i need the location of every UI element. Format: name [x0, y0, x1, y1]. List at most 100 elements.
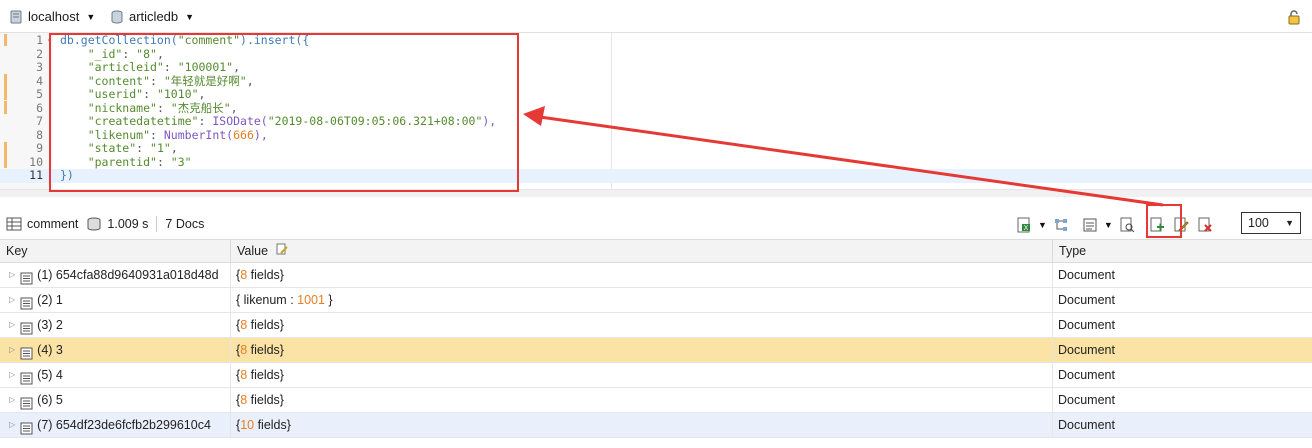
value-cell[interactable]: {8 fields} — [231, 313, 1053, 337]
column-header-key[interactable]: Key — [0, 240, 231, 263]
chevron-down-icon[interactable]: ▼ — [1038, 220, 1047, 230]
key-text: (3) 2 — [37, 318, 63, 332]
table-row[interactable]: ▷ (1) 654cfa88d9640931a018d48d {8 fields} D… — [0, 263, 1312, 288]
key-text: (6) 5 — [37, 393, 63, 407]
chevron-down-icon: ▼ — [1285, 218, 1294, 228]
value-suffix: fields} — [254, 418, 291, 432]
connection-selector[interactable]: localhost ▼ — [10, 9, 95, 24]
expand-triangle-icon[interactable]: ▷ — [9, 413, 15, 437]
table-row[interactable]: ▷ (2) 1 { likenum : 1001 } Document — [0, 288, 1312, 313]
value-suffix: fields} — [247, 318, 284, 332]
type-cell: Document — [1058, 343, 1115, 357]
value-cell[interactable]: { likenum : 1001 } — [231, 288, 1053, 312]
chevron-down-icon[interactable]: ▼ — [1104, 220, 1113, 230]
table-row[interactable]: ▷ (3) 2 {8 fields} Document — [0, 313, 1312, 338]
type-cell: Document — [1058, 318, 1115, 332]
divider — [156, 216, 158, 232]
expand-triangle-icon[interactable]: ▷ — [9, 363, 15, 387]
database-selector[interactable]: articledb ▼ — [111, 9, 194, 24]
key-cell[interactable]: ▷ (5) 4 — [0, 363, 231, 387]
page-size-select[interactable]: 100 ▼ — [1241, 212, 1301, 234]
key-cell[interactable]: ▷ (1) 654cfa88d9640931a018d48d — [0, 263, 231, 287]
expand-triangle-icon[interactable]: ▷ — [9, 288, 15, 312]
key-cell[interactable]: ▷ (4) 3 — [0, 338, 231, 362]
expand-triangle-icon[interactable]: ▷ — [9, 338, 15, 362]
page-size-value: 100 — [1248, 216, 1269, 230]
view-mode-icon[interactable] — [1081, 216, 1099, 234]
line-number: 9 — [36, 141, 43, 155]
table-icon — [6, 216, 22, 232]
doc-count: 7 Docs — [165, 217, 205, 231]
document-icon — [20, 394, 33, 409]
document-icon — [20, 369, 33, 384]
grid-header: Key Value Type — [0, 239, 1312, 263]
svg-text:X: X — [1024, 225, 1029, 232]
key-text: (7) 654df23de6fcfb2b299610c4 — [37, 418, 211, 432]
results-summary: comment 1.009 s 7 Docs — [6, 216, 204, 232]
edit-column-icon — [276, 240, 288, 263]
type-cell: Document — [1058, 368, 1115, 382]
results-grid: Key Value Type ▷ (1) 654cfa88d9640931a018… — [0, 239, 1312, 448]
chevron-down-icon: ▼ — [185, 11, 195, 22]
table-row[interactable]: ▷ (6) 5 {8 fields} Document — [0, 388, 1312, 413]
document-icon — [20, 344, 33, 359]
key-text: (1) 654cfa88d9640931a018d48d — [37, 268, 219, 282]
table-row[interactable]: ▷ (7) 654df23de6fcfb2b299610c4 {10 fields}… — [0, 413, 1312, 438]
value-number: 10 — [240, 418, 255, 432]
line-number: 3 — [36, 60, 43, 74]
value-cell[interactable]: {8 fields} — [231, 363, 1053, 387]
line-number: 5 — [36, 87, 43, 101]
column-header-value[interactable]: Value — [231, 240, 1053, 263]
document-icon — [20, 294, 33, 309]
document-icon — [20, 269, 33, 284]
line-number: 7 — [36, 114, 43, 128]
value-cell[interactable]: {8 fields} — [231, 388, 1053, 412]
key-cell[interactable]: ▷ (7) 654df23de6fcfb2b299610c4 — [0, 413, 231, 437]
key-cell[interactable]: ▷ (2) 1 — [0, 288, 231, 312]
expand-triangle-icon[interactable]: ▷ — [9, 313, 15, 337]
value-cell[interactable]: {10 fields} — [231, 413, 1053, 437]
value-prefix: { likenum : — [236, 293, 298, 307]
key-cell[interactable]: ▷ (6) 5 — [0, 388, 231, 412]
results-toolbar: comment 1.009 s 7 Docs X ▼ ▼ — [0, 210, 1312, 238]
lock-icon[interactable] — [1286, 9, 1302, 25]
value-suffix: fields} — [247, 393, 284, 407]
type-cell: Document — [1058, 418, 1115, 432]
document-icon — [20, 319, 33, 334]
results-actions: X ▼ ▼ — [1012, 214, 1217, 236]
delete-document-icon[interactable] — [1196, 216, 1214, 234]
annotation-highlight-box — [49, 33, 519, 192]
key-text: (4) 3 — [37, 343, 63, 357]
value-suffix: } — [324, 293, 333, 307]
timer-icon — [86, 216, 102, 232]
key-text: (2) 1 — [37, 293, 63, 307]
database-icon — [111, 10, 123, 24]
table-row[interactable]: ▷ (4) 3 {8 fields} Document — [0, 338, 1312, 363]
expand-triangle-icon[interactable]: ▷ — [9, 263, 15, 287]
collection-name: comment — [27, 217, 79, 231]
line-number: 6 — [36, 100, 43, 115]
annotation-insert-highlight — [1146, 204, 1182, 238]
connection-bar: localhost ▼ articledb ▼ — [0, 0, 1312, 33]
line-number: 8 — [36, 127, 43, 142]
line-number: 10 — [29, 154, 43, 169]
line-number: 2 — [36, 46, 43, 61]
value-cell[interactable]: {8 fields} — [231, 338, 1053, 362]
connection-label: localhost — [28, 9, 80, 24]
column-header-type[interactable]: Type — [1053, 240, 1312, 263]
key-cell[interactable]: ▷ (3) 2 — [0, 313, 231, 337]
type-cell: Document — [1058, 268, 1115, 282]
expand-triangle-icon[interactable]: ▷ — [9, 388, 15, 412]
tree-view-icon[interactable] — [1052, 216, 1070, 234]
line-number: 4 — [36, 73, 43, 88]
value-cell[interactable]: {8 fields} — [231, 263, 1053, 287]
table-row[interactable]: ▷ (5) 4 {8 fields} Document — [0, 363, 1312, 388]
key-text: (5) 4 — [37, 368, 63, 382]
view-document-icon[interactable] — [1118, 216, 1136, 234]
value-suffix: fields} — [247, 268, 284, 282]
value-suffix: fields} — [247, 368, 284, 382]
chevron-down-icon: ▼ — [86, 11, 96, 22]
document-icon — [20, 419, 33, 434]
server-icon — [10, 10, 22, 24]
export-icon[interactable]: X — [1015, 216, 1033, 234]
